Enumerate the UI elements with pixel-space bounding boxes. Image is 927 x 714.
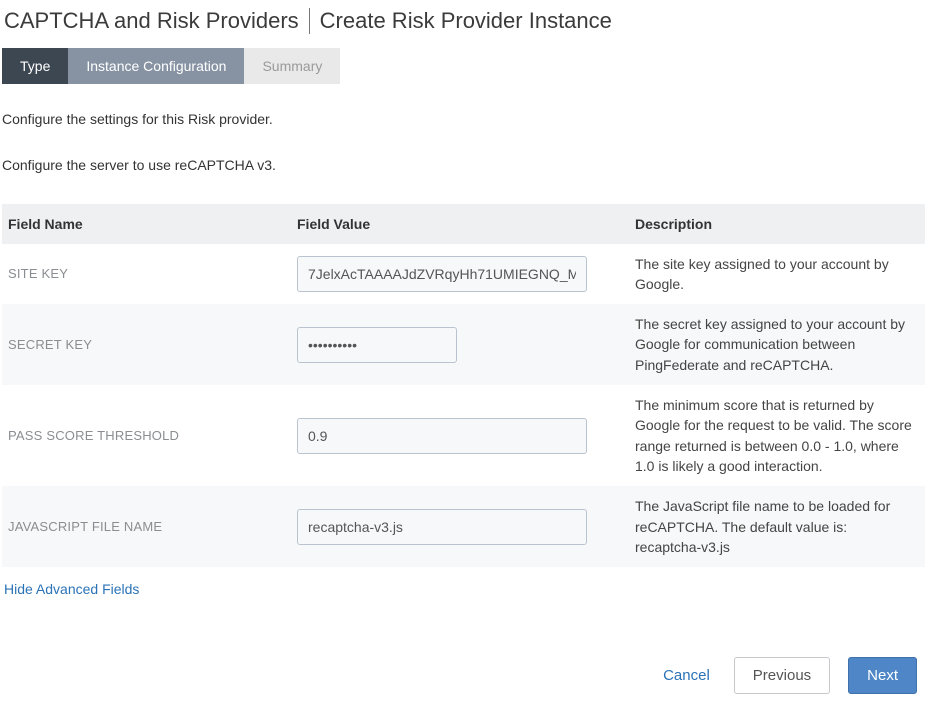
label-js-file: JAVASCRIPT FILE NAME (2, 519, 297, 534)
desc-pass-score: The minimum score that is returned by Go… (635, 395, 925, 476)
intro-line-2: Configure the server to use reCAPTCHA v3… (2, 154, 925, 178)
desc-secret-key: The secret key assigned to your account … (635, 314, 925, 375)
breadcrumb: CAPTCHA and Risk Providers Create Risk P… (2, 4, 925, 44)
fields-table: Field Name Field Value Description SITE … (2, 204, 925, 568)
input-site-key[interactable] (297, 256, 587, 292)
col-header-description: Description (635, 216, 925, 232)
input-secret-key[interactable] (297, 327, 457, 363)
label-pass-score: PASS SCORE THRESHOLD (2, 428, 297, 443)
tab-type[interactable]: Type (2, 48, 68, 84)
input-js-file[interactable] (297, 509, 587, 545)
next-button[interactable]: Next (848, 657, 917, 694)
hide-advanced-fields-link[interactable]: Hide Advanced Fields (4, 581, 139, 597)
cancel-button[interactable]: Cancel (657, 659, 716, 692)
tab-summary: Summary (244, 48, 340, 84)
breadcrumb-parent[interactable]: CAPTCHA and Risk Providers (4, 8, 299, 34)
row-pass-score-threshold: PASS SCORE THRESHOLD The minimum score t… (2, 385, 925, 486)
label-secret-key: SECRET KEY (2, 337, 297, 352)
row-javascript-file-name: JAVASCRIPT FILE NAME The JavaScript file… (2, 486, 925, 567)
breadcrumb-current: Create Risk Provider Instance (320, 8, 612, 34)
tab-instance-configuration[interactable]: Instance Configuration (68, 48, 244, 84)
col-header-field-value: Field Value (297, 216, 635, 232)
input-pass-score[interactable] (297, 418, 587, 454)
breadcrumb-separator (309, 8, 310, 34)
col-header-field-name: Field Name (2, 216, 297, 232)
label-site-key: SITE KEY (2, 266, 297, 281)
table-header-row: Field Name Field Value Description (2, 204, 925, 244)
intro-text: Configure the settings for this Risk pro… (2, 108, 925, 178)
desc-js-file: The JavaScript file name to be loaded fo… (635, 496, 925, 557)
wizard-tabs: Type Instance Configuration Summary (2, 48, 925, 84)
previous-button[interactable]: Previous (734, 657, 830, 694)
row-site-key: SITE KEY The site key assigned to your a… (2, 244, 925, 305)
desc-site-key: The site key assigned to your account by… (635, 254, 925, 295)
wizard-footer: Cancel Previous Next (2, 657, 925, 694)
intro-line-1: Configure the settings for this Risk pro… (2, 108, 925, 132)
row-secret-key: SECRET KEY The secret key assigned to yo… (2, 304, 925, 385)
